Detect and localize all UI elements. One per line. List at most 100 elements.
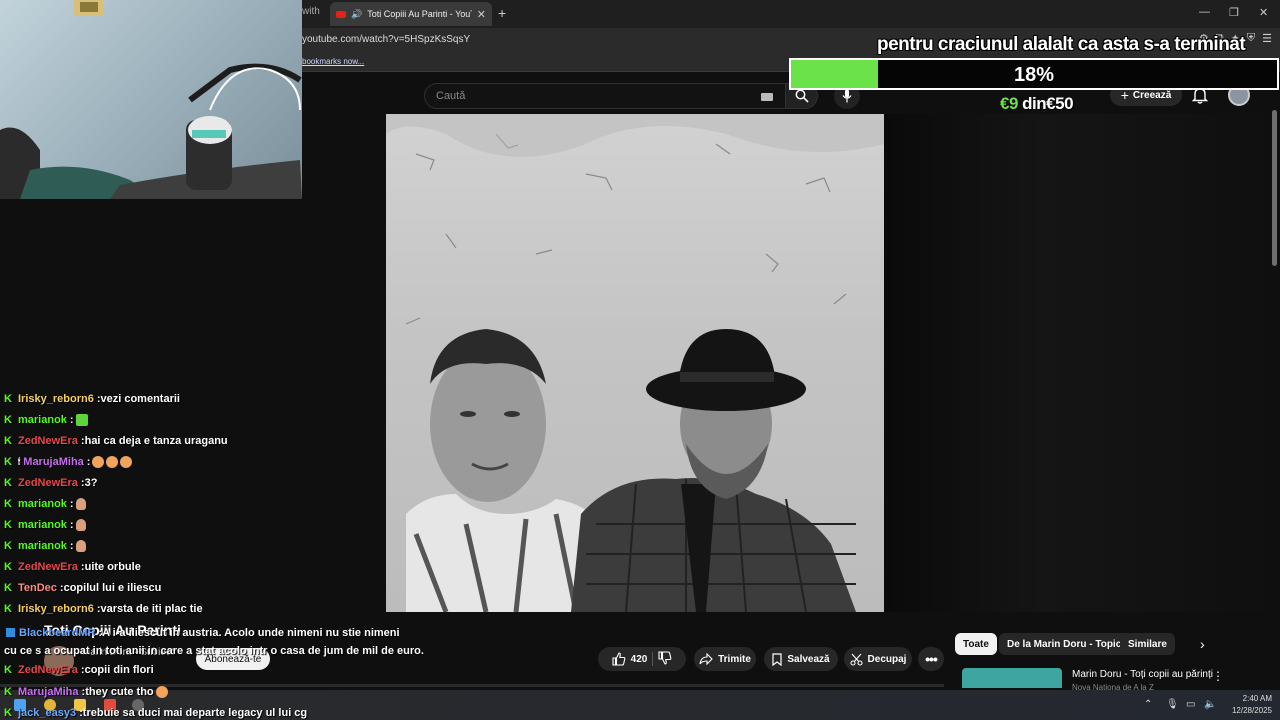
chat-username[interactable]: jack_easy3 xyxy=(18,707,76,719)
clip-button[interactable]: Decupaj xyxy=(844,647,912,671)
bookmark-icon xyxy=(772,652,782,666)
chat-username[interactable]: ZedNewEra xyxy=(18,664,78,676)
network-icon[interactable]: ▭ xyxy=(1186,699,1195,710)
chat-colon: : xyxy=(69,539,74,552)
chevron-right-icon[interactable]: › xyxy=(1200,636,1205,652)
chat-username[interactable]: MarujaMiha xyxy=(18,686,79,698)
share-button[interactable]: Trimite xyxy=(694,647,756,671)
goal-raised: €9 xyxy=(1000,94,1018,113)
kick-icon: K xyxy=(4,497,12,510)
chat-colon: : xyxy=(69,413,74,426)
restore-icon[interactable]: ❐ xyxy=(1229,6,1239,19)
emote-icon xyxy=(92,455,105,468)
share-icon xyxy=(699,653,713,665)
chip-all[interactable]: Toate xyxy=(955,633,997,655)
minimize-icon[interactable]: — xyxy=(1199,6,1210,18)
close-window-icon[interactable]: ✕ xyxy=(1259,6,1268,19)
chat-username[interactable]: BlackbeardMR xyxy=(19,627,95,639)
shield-icon[interactable]: ⛨ xyxy=(1247,32,1255,45)
clip-label: Decupaj xyxy=(867,653,907,665)
like-count: 420 xyxy=(630,653,648,665)
chat-username[interactable]: marianok xyxy=(18,540,67,552)
previous-tab-label[interactable]: with xyxy=(302,6,320,17)
system-clock[interactable]: 2:40 AM 12/28/2025 xyxy=(1228,693,1272,717)
chip-from-artist[interactable]: De la Marin Doru - Topic xyxy=(999,633,1130,655)
chat-message: Kjack_easy3: trebuie sa duci mai departe… xyxy=(4,702,307,720)
create-label: Creează xyxy=(1132,89,1172,101)
chat-username[interactable]: marianok xyxy=(18,498,67,510)
chat-username[interactable]: marianok xyxy=(18,414,67,426)
chat-username[interactable]: ZedNewEra xyxy=(18,561,78,573)
chat-colon: : xyxy=(69,518,74,531)
chat-text: varsta de iti plac tie xyxy=(100,602,203,615)
chat-message: cu ce s a ocupat in toti anii in care a … xyxy=(4,640,424,661)
speaker-icon: 🔊 xyxy=(351,8,363,19)
tab-close-icon[interactable]: ✕ xyxy=(477,8,486,21)
kick-icon: K xyxy=(4,685,12,698)
new-tab-button[interactable]: + xyxy=(498,5,506,21)
chat-message: K ZedNewEra: 3? xyxy=(4,472,97,493)
emote-icon xyxy=(75,518,86,531)
microphone-tray-icon[interactable]: 🎙 xyxy=(1166,699,1179,710)
import-bookmarks-link[interactable]: bookmarks now... xyxy=(302,57,364,66)
more-actions-button[interactable]: ••• xyxy=(918,647,944,671)
clock-date: 12/28/2025 xyxy=(1231,706,1272,715)
chat-username[interactable]: marianok xyxy=(18,519,67,531)
chat-text: copilul lui e iliescu xyxy=(63,581,162,594)
url-text[interactable]: youtube.com/watch?v=5HSpzKsSqsY xyxy=(302,34,470,45)
chat-username[interactable]: Irisky_reborn6 xyxy=(18,603,94,615)
kick-icon: K xyxy=(4,602,12,615)
chat-text: hai ca deja e tanza uraganu xyxy=(84,434,228,447)
microphone-icon xyxy=(842,89,852,103)
video-player[interactable] xyxy=(386,114,884,612)
chat-username[interactable]: ZedNewEra xyxy=(18,435,78,447)
search-icon xyxy=(795,89,809,103)
chat-message: K Irisky_reborn6: varsta de iti plac tie xyxy=(4,598,203,619)
kick-icon: K xyxy=(4,560,12,573)
scissors-icon xyxy=(849,653,863,666)
chat-username[interactable]: MarujaMiha xyxy=(23,456,84,468)
recommended-title[interactable]: Marin Doru - Toți copii au părinți xyxy=(1072,669,1213,680)
kick-icon: K xyxy=(4,663,12,676)
chat-text: copii din flori xyxy=(84,663,154,676)
more-vertical-icon[interactable]: ⋮ xyxy=(1212,669,1224,683)
chip-related[interactable]: Similare xyxy=(1120,633,1175,655)
like-button[interactable]: 420 xyxy=(612,652,648,666)
clock-time: 2:40 AM xyxy=(1242,694,1272,703)
chat-username[interactable]: ZedNewEra xyxy=(18,477,78,489)
chevron-up-icon[interactable]: ⌃ xyxy=(1144,699,1152,710)
goal-target: €50 xyxy=(1046,94,1074,113)
active-tab[interactable]: 🔊 Toti Copiii Au Parinti - YouTube ✕ xyxy=(330,2,492,26)
chat-text: 3? xyxy=(84,476,98,489)
chat-message: K ZedNewEra: copii din flori xyxy=(4,659,154,680)
thumbs-up-icon xyxy=(612,652,626,666)
chat-colon: : xyxy=(86,455,91,468)
page-scrollbar[interactable] xyxy=(1272,110,1277,266)
chat-text: vezi comentarii xyxy=(100,392,180,405)
emote-icon xyxy=(75,413,88,426)
youtube-favicon-icon xyxy=(336,10,346,18)
menu-icon[interactable]: ☰ xyxy=(1262,32,1272,45)
chat-username[interactable]: Irisky_reborn6 xyxy=(18,393,94,405)
user-badge-icon: 🕯 xyxy=(18,456,21,466)
recommended-thumbnail[interactable] xyxy=(962,668,1062,688)
chat-username[interactable]: TenDec xyxy=(18,582,57,594)
donation-goal-percent: 18% xyxy=(1013,64,1055,86)
search-input[interactable]: Caută xyxy=(424,83,786,109)
dislike-button[interactable] xyxy=(658,650,672,668)
theater-backdrop xyxy=(884,114,1280,612)
donation-goal-title: pentru craciunul alalalt ca asta s-a ter… xyxy=(877,34,1246,55)
volume-icon[interactable]: 🔈 xyxy=(1204,699,1216,710)
chat-colon: : xyxy=(69,497,74,510)
chat-message: K TenDec: copilul lui e iliescu xyxy=(4,577,161,598)
kick-icon: K xyxy=(4,392,12,405)
keyboard-icon[interactable] xyxy=(761,93,773,101)
tab-title: Toti Copiii Au Parinti - YouTube xyxy=(367,9,472,19)
save-label: Salvează xyxy=(787,653,830,665)
emote-icon xyxy=(75,539,86,552)
screen: with 🔊 Toti Copiii Au Parinti - YouTube … xyxy=(0,0,1280,720)
chat-message: K Irisky_reborn6: vezi comentarii xyxy=(4,388,180,409)
save-button[interactable]: Salvează xyxy=(764,647,838,671)
goal-separator: din xyxy=(1022,94,1047,113)
chat-message: Kmarianok: xyxy=(4,409,88,430)
